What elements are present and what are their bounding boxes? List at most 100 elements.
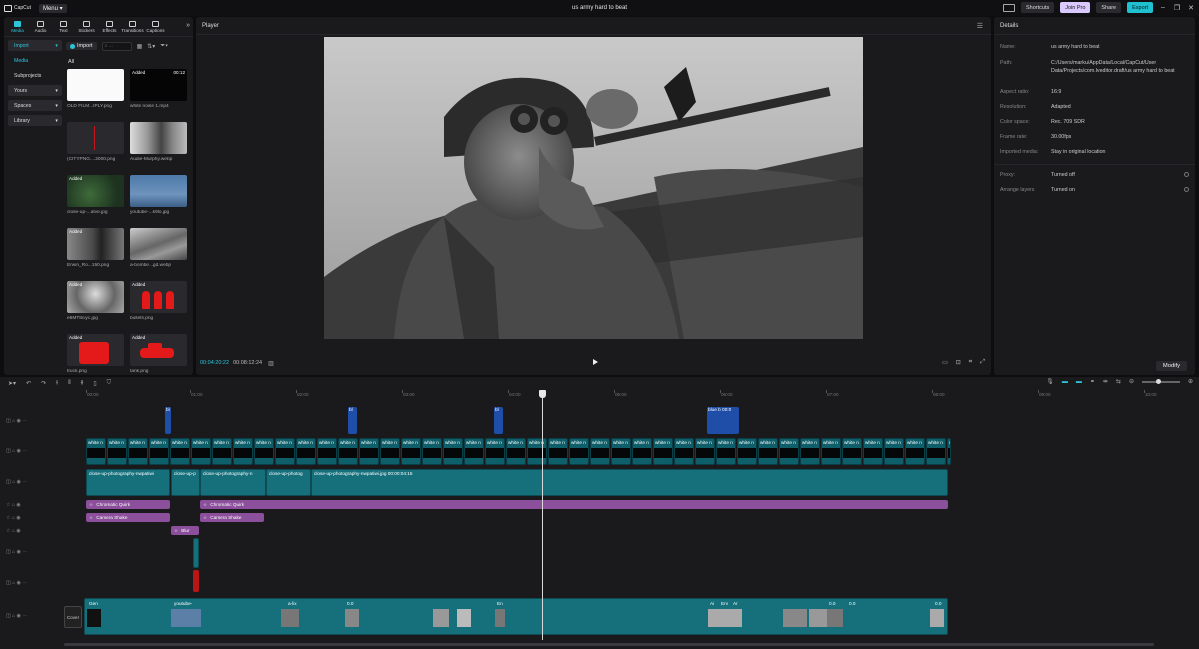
grid-view-icon[interactable]: ▦: [137, 43, 143, 50]
track-controls[interactable]: ◫ ⌂ ◉ ⋯: [6, 418, 27, 424]
effect-clip[interactable]: ☆ Camera Shake: [86, 513, 170, 522]
zoom-slider[interactable]: [1141, 378, 1180, 384]
preview-axis-icon[interactable]: ⇹: [1103, 378, 1108, 385]
white-noise-clip[interactable]: white n: [737, 438, 757, 465]
main-video-track[interactable]: Gen youtube- a-lix 0.0 En Ai Erv Ar 0.0 …: [84, 598, 948, 635]
microphone-icon[interactable]: 🎙: [1046, 378, 1054, 385]
timeline-clip[interactable]: close-up-photography-nwpatiwi.jpg 00:00:…: [311, 469, 948, 496]
play-button[interactable]: [593, 359, 598, 365]
timeline-clip[interactable]: [193, 570, 199, 592]
sidebar-item-spaces[interactable]: Spaces ▾: [8, 100, 62, 111]
white-noise-clip[interactable]: white n: [800, 438, 820, 465]
tab-stickers[interactable]: Stickers: [75, 17, 98, 36]
white-noise-clip[interactable]: white n: [758, 438, 778, 465]
white-noise-clip[interactable]: white n: [212, 438, 232, 465]
white-noise-clip[interactable]: white n: [296, 438, 316, 465]
playhead-line[interactable]: [542, 390, 543, 640]
sort-icon[interactable]: ⇅▾: [147, 43, 155, 50]
white-noise-clip[interactable]: white n: [821, 438, 841, 465]
main-track-magnet-icon[interactable]: ▬: [1062, 379, 1068, 385]
timeline-scrollbar[interactable]: [64, 643, 1154, 646]
white-noise-clip[interactable]: white n: [884, 438, 904, 465]
timeline-clip[interactable]: blue b 00:0: [707, 407, 739, 434]
cover-button[interactable]: Cover: [64, 606, 82, 628]
media-item[interactable]: OLD FILM...IPLY.png: [67, 69, 124, 122]
video-preview[interactable]: [324, 37, 863, 339]
minimize-icon[interactable]: –: [1159, 4, 1167, 11]
info-icon[interactable]: [1184, 172, 1189, 177]
track-controls[interactable]: ◫ ⌂ ◉ ⋯: [6, 479, 27, 485]
close-icon[interactable]: ✕: [1187, 4, 1195, 12]
split-left-icon[interactable]: ⫴: [68, 380, 71, 387]
timeline-clip[interactable]: close-up-photog: [266, 469, 311, 496]
tab-transitions[interactable]: Transitions: [121, 17, 144, 36]
import-button[interactable]: Import: [66, 42, 97, 50]
collapse-panel-icon[interactable]: »: [186, 22, 190, 29]
white-noise-clip[interactable]: white n: [338, 438, 358, 465]
crop-icon[interactable]: ⌗: [969, 359, 972, 366]
media-item[interactable]: Added close-up-...atve.jpg: [67, 175, 124, 228]
maximize-icon[interactable]: ❐: [1173, 4, 1181, 12]
white-noise-clip[interactable]: white n: [401, 438, 421, 465]
track-controls[interactable]: ◫ ⌂ ◉ ⋯: [6, 613, 27, 619]
filter-icon[interactable]: ⏷▾: [160, 43, 168, 50]
media-item[interactable]: Added bullets.png: [130, 281, 187, 334]
filter-all-label[interactable]: All: [68, 59, 74, 65]
white-noise-clip[interactable]: white n: [779, 438, 799, 465]
white-noise-clip[interactable]: white n: [233, 438, 253, 465]
join-pro-button[interactable]: Join Pro: [1060, 2, 1091, 13]
white-noise-clip[interactable]: white n: [527, 438, 547, 465]
tab-audio[interactable]: Audio: [29, 17, 52, 36]
white-noise-clip[interactable]: white n: [443, 438, 463, 465]
sidebar-item-yours[interactable]: Yours ▾: [8, 85, 62, 96]
effect-clip[interactable]: ☆ Blur: [171, 526, 199, 535]
white-noise-clip[interactable]: white n: [149, 438, 169, 465]
modify-button[interactable]: Modify: [1155, 361, 1187, 371]
track-controls[interactable]: ◫ ⌂ ◉ ⋯: [6, 580, 27, 586]
sidebar-item-library[interactable]: Library ▾: [8, 115, 62, 126]
timeline-clip[interactable]: close-up-p: [171, 469, 200, 496]
white-noise-clip[interactable]: white n: [926, 438, 946, 465]
white-noise-clip[interactable]: white n: [569, 438, 589, 465]
playhead-handle[interactable]: [539, 390, 546, 398]
white-noise-clip[interactable]: white n: [653, 438, 673, 465]
search-input[interactable]: ⌕ ...: [101, 41, 132, 51]
tab-text[interactable]: Text: [52, 17, 75, 36]
timeline-clip[interactable]: bl: [348, 407, 357, 434]
white-noise-clip[interactable]: white n: [275, 438, 295, 465]
sidebar-item-import[interactable]: Import ▾: [8, 40, 62, 51]
white-noise-clip[interactable]: white n: [359, 438, 379, 465]
white-noise-clip[interactable]: white n: [380, 438, 400, 465]
white-noise-clip[interactable]: white n: [716, 438, 736, 465]
media-item[interactable]: Added 00:12 white noise 1.mp4: [130, 69, 187, 122]
fullscreen-icon[interactable]: ⤢: [980, 359, 985, 366]
menu-button[interactable]: Menu ▾: [38, 3, 67, 13]
white-noise-clip[interactable]: white n: [86, 438, 106, 465]
white-noise-clip[interactable]: white n: [422, 438, 442, 465]
white-noise-clip[interactable]: white n: [632, 438, 652, 465]
zoom-slider-handle[interactable]: [1155, 378, 1161, 384]
align-icon[interactable]: ⇆: [1116, 378, 1121, 385]
track-controls[interactable]: ☆ ⌂ ◉: [6, 515, 21, 521]
track-controls[interactable]: ◫ ⌂ ◉ ⋯: [6, 549, 27, 555]
white-noise-clip[interactable]: white n: [107, 438, 127, 465]
effect-clip[interactable]: ☆ Chromatic Quirk: [200, 500, 948, 509]
white-noise-clip[interactable]: white n: [863, 438, 883, 465]
media-item[interactable]: Added Erwin_Ro...150.png: [67, 228, 124, 281]
white-noise-clip[interactable]: white n: [947, 438, 951, 465]
media-item[interactable]: (CITYPNG....2000.png: [67, 122, 124, 175]
tab-media[interactable]: Media: [6, 17, 29, 36]
time-ruler[interactable]: 00:00 01:00 02:00 03:00 04:00 05:00 06:0…: [85, 390, 1195, 400]
tab-captions[interactable]: Captions: [144, 17, 167, 36]
split-icon[interactable]: ⫲: [56, 380, 58, 387]
media-item[interactable]: a-bombe...gd.webp: [130, 228, 187, 281]
effect-clip[interactable]: ☆ Camera Shake: [200, 513, 264, 522]
sidebar-item-media[interactable]: Media: [8, 55, 62, 66]
shield-icon[interactable]: ⛉: [107, 380, 112, 387]
timeline-clip[interactable]: close-up-photography-nwpatiwi: [86, 469, 170, 496]
share-button[interactable]: Share: [1096, 2, 1122, 13]
track-controls[interactable]: ☆ ⌂ ◉: [6, 528, 21, 534]
delete-icon[interactable]: ▯: [93, 380, 96, 387]
white-noise-clip[interactable]: white n: [317, 438, 337, 465]
fit-icon[interactable]: ⊡: [956, 359, 961, 366]
